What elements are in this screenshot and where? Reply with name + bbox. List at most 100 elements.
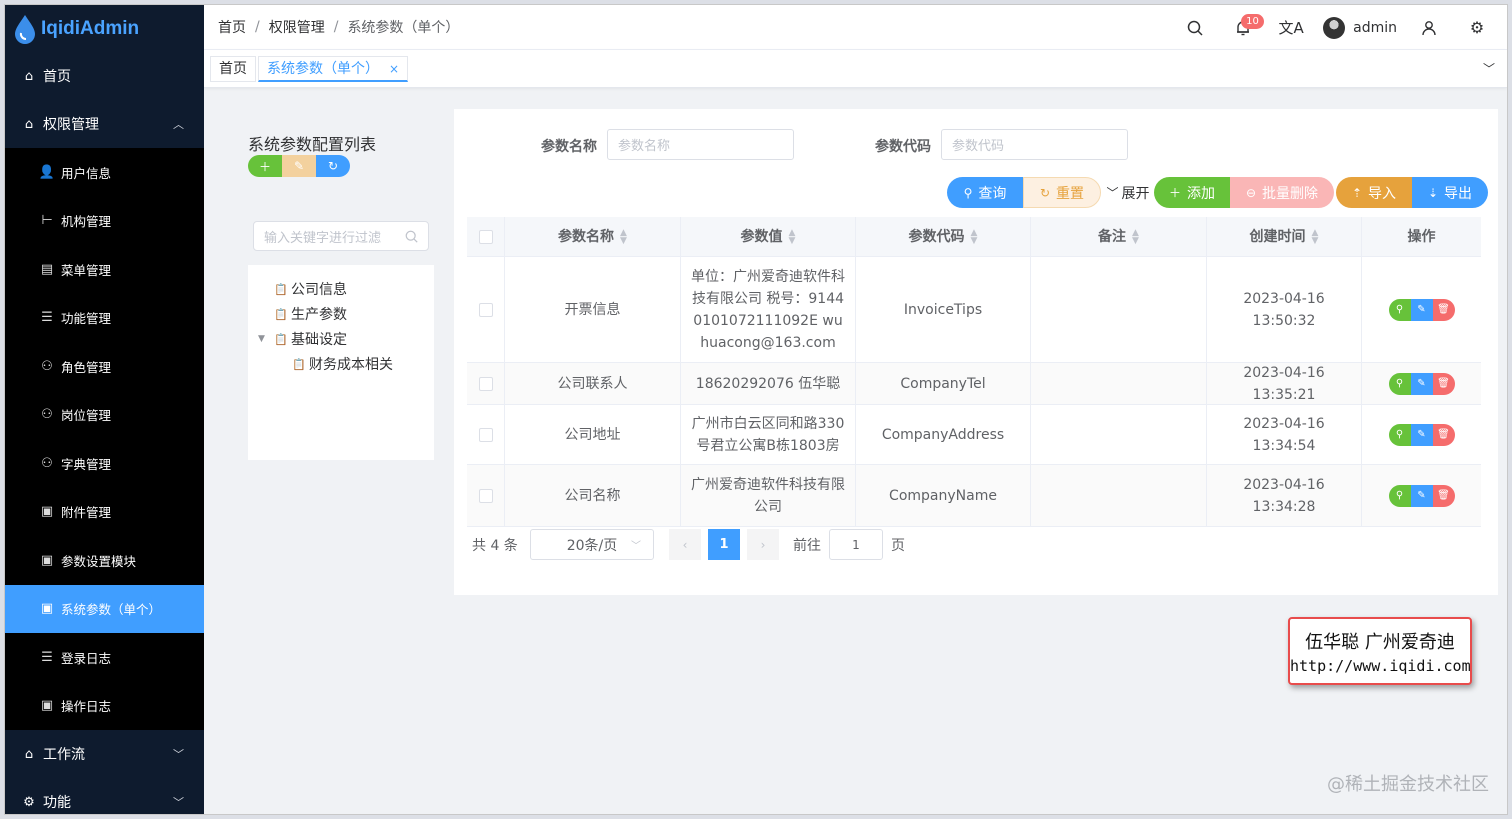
add-button[interactable]: ＋ 添加: [1154, 177, 1230, 208]
edit-button[interactable]: ✎: [1410, 298, 1433, 321]
edit-button[interactable]: ✎: [1410, 484, 1433, 507]
sidebar-group-function[interactable]: ⚙ 功能 ﹀: [5, 778, 204, 814]
delete-button[interactable]: 🗑: [1432, 372, 1455, 395]
reset-button[interactable]: ↻ 重置: [1023, 177, 1101, 208]
sidebar-item-label: 菜单管理: [61, 262, 112, 278]
sidebar-item-system-param[interactable]: ▣ 系统参数（单个）: [5, 584, 204, 633]
param-code-input[interactable]: 参数代码: [941, 129, 1128, 160]
gear-icon[interactable]: ⚙: [1461, 12, 1493, 44]
search-icon[interactable]: [1179, 12, 1211, 44]
sidebar-item-home[interactable]: ⌂ 首页: [5, 52, 204, 100]
sidebar-item-function[interactable]: ☰ 功能管理: [5, 294, 204, 343]
sidebar-item-user-info[interactable]: 👤 用户信息: [5, 148, 204, 197]
select-all-checkbox[interactable]: [478, 229, 493, 244]
row-checkbox-cell: [467, 363, 505, 404]
page-size-select[interactable]: 20条/页 ﹀: [530, 529, 654, 560]
page-size-value: 20条/页: [566, 537, 618, 554]
header-cell[interactable]: 参数值 ▲ ▼: [681, 217, 856, 256]
tree-edit-button[interactable]: ✎: [282, 155, 316, 177]
tag-system-param[interactable]: 系统参数（单个） ×: [258, 56, 409, 82]
header-cell[interactable]: 创建时间 ▲ ▼: [1207, 217, 1362, 256]
header-cell[interactable]: 备注 ▲ ▼: [1031, 217, 1207, 256]
cell-created: 2023-04-16 13:34:28: [1207, 465, 1362, 526]
delete-button[interactable]: 🗑: [1432, 423, 1455, 446]
sidebar-group-label: 权限管理: [43, 117, 99, 133]
caret-down-icon[interactable]: ▼: [258, 334, 268, 344]
view-button[interactable]: ⚲: [1388, 372, 1411, 395]
tree-refresh-button[interactable]: ↻: [316, 155, 350, 177]
breadcrumb-home[interactable]: 首页: [218, 17, 246, 37]
param-name-input[interactable]: 参数名称: [607, 129, 794, 160]
sidebar-group-workflow[interactable]: ⌂ 工作流 ﹀: [5, 730, 204, 778]
user-icon[interactable]: [1413, 12, 1445, 44]
cell-created: 2023-04-16 13:50:32: [1207, 257, 1362, 362]
breadcrumb-permission[interactable]: 权限管理: [269, 17, 325, 37]
upload-icon: ⇡: [1351, 185, 1363, 200]
sidebar-item-dictionary[interactable]: ⚇ 字典管理: [5, 439, 204, 488]
tree-node[interactable]: 📋 生产参数: [258, 304, 347, 324]
header-label: 备注: [1098, 228, 1127, 245]
edit-button[interactable]: ✎: [1410, 423, 1433, 446]
sidebar-submenu: 👤 用户信息 ⊢ 机构管理 ▤ 菜单管理 ☰ 功能管理 ⚇ 角色管理 ⚇ 岗位管理 ⚇ 字典管…: [5, 148, 204, 730]
edit-button[interactable]: ✎: [1410, 372, 1433, 395]
chevron-down-icon[interactable]: ﹀: [1483, 60, 1495, 77]
panel-title: 系统参数配置列表: [248, 135, 377, 154]
chevron-up-icon: ︿: [173, 118, 184, 131]
goto-page-input[interactable]: 1: [829, 529, 883, 560]
author-stamp: 伍华聪 广州爱奇迪 http://www.iqidi.com: [1288, 617, 1472, 685]
row-checkbox[interactable]: [478, 427, 493, 442]
view-button[interactable]: ⚲: [1388, 484, 1411, 507]
user-menu[interactable]: admin: [1323, 16, 1397, 39]
translate-icon[interactable]: 文A: [1275, 12, 1307, 44]
row-checkbox[interactable]: [478, 302, 493, 317]
app-frame: IqidiAdmin ⌂ 首页 ⌂ 权限管理 ︿ 👤 用户信息 ⊢ 机构管理 ▤ 菜单…: [4, 4, 1508, 815]
view-button[interactable]: ⚲: [1388, 298, 1411, 321]
view-button[interactable]: ⚲: [1388, 423, 1411, 446]
table-row: 公司名称 广州爱奇迪软件科技有限公司 CompanyName 2023-04-1…: [467, 465, 1481, 527]
import-button[interactable]: ⇡ 导入: [1336, 177, 1412, 208]
delete-button[interactable]: 🗑: [1432, 484, 1455, 507]
sidebar-group-permission[interactable]: ⌂ 权限管理 ︿: [5, 100, 204, 148]
goto-label: 前往: [793, 538, 821, 554]
cell-name: 公司联系人: [505, 363, 681, 404]
menu-icon: ▤: [40, 261, 54, 277]
tree-node[interactable]: ▼ 📋 基础设定: [258, 329, 347, 349]
header-label: 参数名称: [558, 228, 615, 245]
tree-node[interactable]: 📋 公司信息: [258, 279, 347, 299]
sidebar-item-param-module[interactable]: ▣ 参数设置模块: [5, 536, 204, 585]
header-cell[interactable]: 参数代码 ▲ ▼: [856, 217, 1031, 256]
top-header: 首页 / 权限管理 / 系统参数（单个） 10 文A admin ⚙: [204, 5, 1507, 50]
close-icon[interactable]: ×: [389, 62, 399, 76]
export-button[interactable]: ⇣ 导出: [1412, 177, 1488, 208]
row-checkbox[interactable]: [478, 488, 493, 503]
tag-home[interactable]: 首页: [210, 56, 256, 82]
batch-delete-button[interactable]: ⊖ 批量删除: [1230, 177, 1334, 208]
tree-node[interactable]: 📋 财务成本相关: [276, 354, 393, 374]
sidebar-item-role[interactable]: ⚇ 角色管理: [5, 342, 204, 391]
param-tree: 📋 公司信息 📋 生产参数 ▼ 📋 基础设定 📋 财务成本相关: [248, 265, 434, 460]
header-cell[interactable]: 参数名称 ▲ ▼: [505, 217, 681, 256]
delete-button[interactable]: 🗑: [1432, 298, 1455, 321]
next-page-button[interactable]: ›: [747, 529, 779, 560]
sidebar-item-org[interactable]: ⊢ 机构管理: [5, 197, 204, 246]
sidebar-item-login-log[interactable]: ☰ 登录日志: [5, 633, 204, 682]
sidebar-item-position[interactable]: ⚇ 岗位管理: [5, 391, 204, 440]
sidebar-item-menu[interactable]: ▤ 菜单管理: [5, 245, 204, 294]
cell-actions: ⚲ ✎ 🗑: [1362, 257, 1481, 362]
sidebar-item-label: 参数设置模块: [61, 553, 137, 569]
sidebar-item-operation-log[interactable]: ▣ 操作日志: [5, 682, 204, 731]
tree-filter-input[interactable]: 输入关键字进行过滤: [253, 221, 429, 251]
page-button[interactable]: 1: [708, 529, 740, 560]
query-button[interactable]: ⚲ 查询: [947, 177, 1023, 208]
sidebar-item-attachment[interactable]: ▣ 附件管理: [5, 488, 204, 537]
cell-value: 单位：广州爱奇迪软件科技有限公司 税号：91440101072111092E w…: [681, 257, 856, 362]
users-icon: ⚇: [41, 358, 53, 374]
goto-value: 1: [852, 537, 860, 552]
prev-page-button[interactable]: ‹: [669, 529, 701, 560]
tree-add-button[interactable]: ＋: [248, 155, 282, 177]
row-checkbox[interactable]: [478, 376, 493, 391]
expand-toggle[interactable]: ﹀ 展开: [1103, 177, 1153, 208]
sidebar-item-label: 附件管理: [61, 505, 112, 521]
bell-icon[interactable]: 10: [1227, 12, 1264, 44]
cell-actions: ⚲ ✎ 🗑: [1362, 405, 1481, 464]
